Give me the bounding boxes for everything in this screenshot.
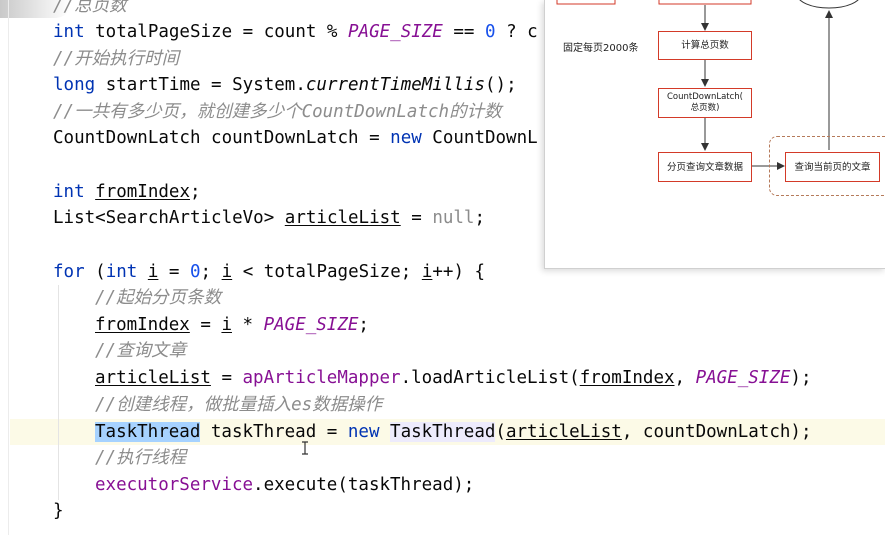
code-line-14: TaskThread taskThread = new TaskThread(a…: [95, 422, 812, 442]
code-line-10: fromIndex = i * PAGE_SIZE;: [95, 315, 369, 335]
code-line-17: }: [53, 501, 64, 521]
node-query-current-page: 查询当前页的文章: [785, 152, 880, 182]
code-line-7: List<SearchArticleVo> articleList = null…: [53, 208, 486, 228]
code-line-15: //执行线程: [95, 448, 187, 468]
code-line-9: //起始分页条数: [95, 288, 222, 308]
code-line-1: int totalPageSize = count % PAGE_SIZE ==…: [53, 22, 538, 42]
gutter-divider: [8, 0, 9, 535]
fixed-page-size-label: 固定每页2000条: [563, 43, 639, 54]
node-countdownlatch: CountDownLatch( 总页数): [658, 88, 752, 118]
text-cursor-icon: [302, 441, 308, 455]
code-line-13: //创建线程，做批量插入es数据操作: [95, 395, 383, 415]
code-line-3: long startTime = System.currentTimeMilli…: [53, 75, 517, 95]
partial-node-top-left: [556, 0, 616, 5]
partial-node-end: [799, 0, 859, 9]
code-line-12: articleList = apArticleMapper.loadArticl…: [95, 368, 812, 388]
code-line-0: //总页数: [53, 0, 127, 16]
flowchart-overlay: 固定每页2000条 计算总页数 CountDownLatch( 总页数) 分页查…: [544, 0, 885, 269]
partial-node-top: [658, 0, 752, 5]
code-line-4: //一共有多少页，就创建多少个CountDownLatch的计数: [53, 102, 502, 122]
selected-text: TaskThread: [95, 422, 201, 442]
node-calc-total-pages: 计算总页数: [658, 31, 752, 60]
indent-guide: [58, 285, 59, 500]
code-line-8: for (int i = 0; i < totalPageSize; i++) …: [53, 262, 486, 282]
code-line-16: executorService.execute(taskThread);: [95, 475, 475, 495]
code-line-2: //开始执行时间: [53, 49, 180, 69]
code-line-6: int fromIndex;: [53, 182, 201, 202]
code-line-5: CountDownLatch countDownLatch = new Coun…: [53, 128, 538, 148]
code-line-11: //查询文章: [95, 341, 187, 361]
node-paged-query: 分页查询文章数据: [658, 152, 752, 182]
